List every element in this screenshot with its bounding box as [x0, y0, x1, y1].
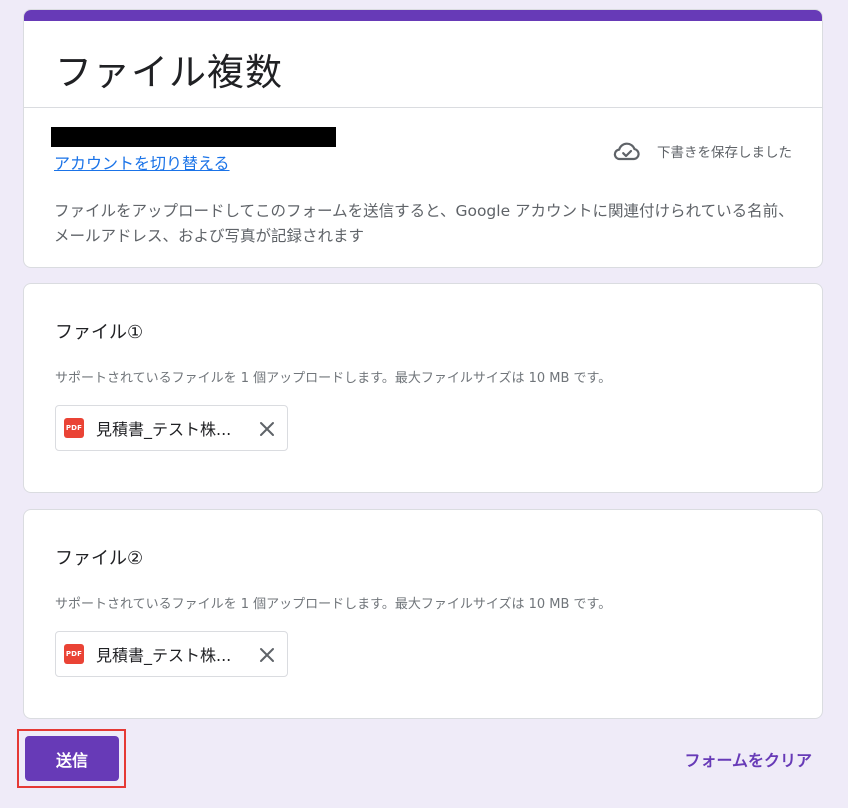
cloud-done-icon	[613, 142, 640, 161]
clear-form-button[interactable]: フォームをクリア	[684, 747, 812, 771]
save-status-text: 下書きを保存しました	[657, 145, 792, 161]
pdf-file-icon: PDF	[64, 418, 84, 438]
uploaded-file-chip[interactable]: PDF 見積書_テスト株...	[55, 405, 288, 451]
question-title: ファイル①	[55, 322, 144, 343]
uploaded-file-name: 見積書_テスト株...	[96, 646, 232, 665]
uploaded-file-name: 見積書_テスト株...	[96, 420, 232, 439]
form-header-card: ファイル複数 アカウントを切り替える 下書きを保存しました ファイルをアップロー…	[23, 9, 823, 268]
switch-account-link[interactable]: アカウントを切り替える	[54, 150, 230, 174]
header-divider	[24, 107, 822, 108]
pdf-file-icon: PDF	[64, 644, 84, 664]
header-accent-bar	[24, 10, 822, 21]
submit-button[interactable]: 送信	[25, 736, 119, 781]
question-title: ファイル②	[55, 548, 144, 569]
form-title: ファイル複数	[55, 51, 283, 94]
uploaded-file-chip[interactable]: PDF 見積書_テスト株...	[55, 631, 288, 677]
upload-disclaimer: ファイルをアップロードしてこのフォームを送信すると、Google アカウントに関…	[54, 202, 794, 245]
question-description: サポートされているファイルを 1 個アップロードします。最大ファイルサイズは 1…	[55, 371, 612, 386]
question-card-file-1: ファイル① サポートされているファイルを 1 個アップロードします。最大ファイル…	[23, 283, 823, 493]
question-description: サポートされているファイルを 1 個アップロードします。最大ファイルサイズは 1…	[55, 597, 612, 612]
redacted-account-email	[51, 127, 336, 147]
close-icon[interactable]	[257, 419, 277, 439]
save-status: 下書きを保存しました	[613, 140, 792, 162]
close-icon[interactable]	[257, 645, 277, 665]
question-card-file-2: ファイル② サポートされているファイルを 1 個アップロードします。最大ファイル…	[23, 509, 823, 719]
